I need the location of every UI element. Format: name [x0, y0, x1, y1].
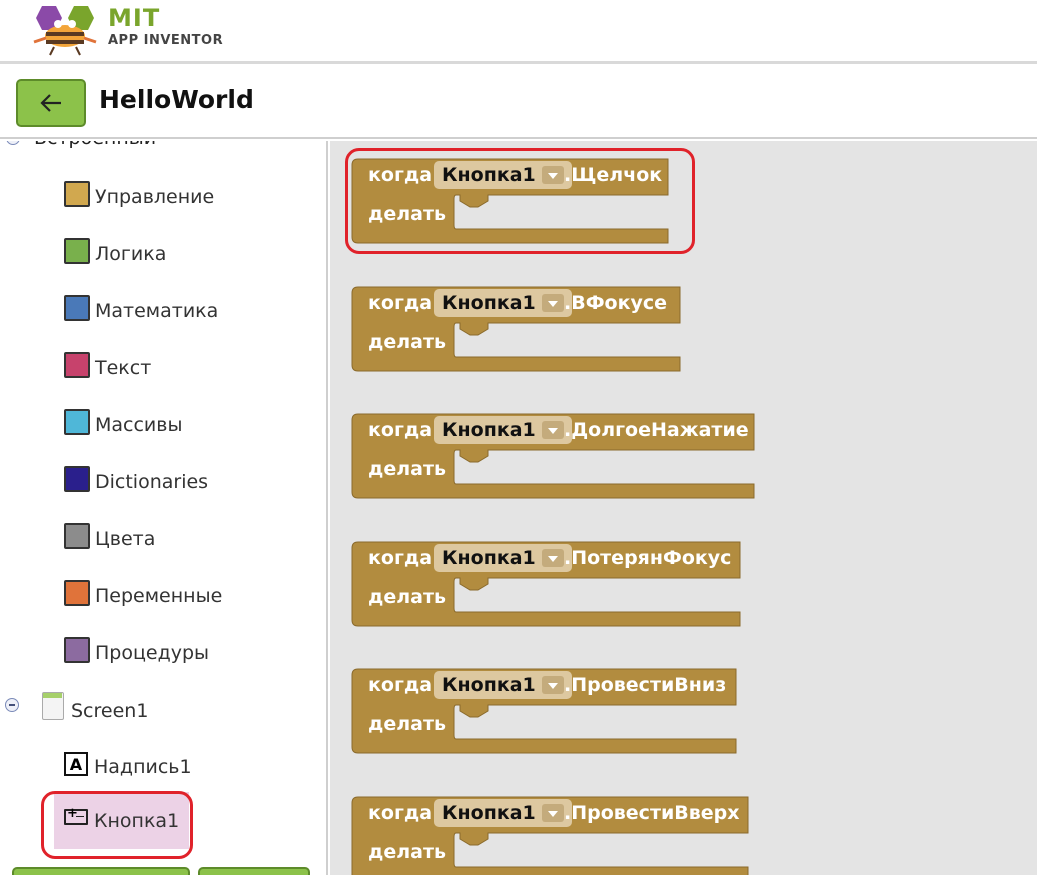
chevron-down-icon: [541, 421, 564, 439]
category-color-icon: [64, 181, 90, 207]
category-dictionaries[interactable]: Dictionaries: [64, 466, 209, 497]
category-label: Логика: [95, 243, 167, 265]
event-name: .ПровестиВверх: [564, 802, 740, 824]
do-keyword: делать: [368, 458, 446, 480]
category-label: Цвета: [95, 528, 156, 550]
category-color-icon: [64, 238, 90, 264]
chevron-down-icon: [541, 676, 564, 694]
chevron-down-icon: [541, 294, 564, 312]
category-color-icon: [64, 523, 90, 549]
built-in-label: Встроенный: [34, 141, 156, 149]
collapse-icon[interactable]: [6, 141, 20, 145]
component-label: Надпись1: [94, 756, 192, 778]
category-procedures[interactable]: Процедуры: [64, 637, 210, 668]
category-color-icon: [64, 295, 90, 321]
arrow-left-icon: [40, 94, 61, 112]
blocks-workspace[interactable]: когда Кнопка1 .Щелчок делать когда Кнопк…: [330, 141, 1037, 875]
component-dropdown[interactable]: Кнопка1: [434, 799, 572, 827]
event-block[interactable]: когда Кнопка1 .ПотерянФокус делать: [351, 538, 742, 628]
component-dropdown[interactable]: Кнопка1: [434, 544, 572, 572]
category-variables[interactable]: Переменные: [64, 580, 223, 611]
category-math[interactable]: Математика: [64, 295, 219, 326]
component-dropdown-value: Кнопка1: [442, 674, 536, 696]
bottom-button[interactable]: [198, 867, 310, 875]
event-block[interactable]: когда Кнопка1 .ДолгоеНажатие делать: [351, 410, 756, 500]
do-keyword: делать: [368, 713, 446, 735]
component-dropdown-value: Кнопка1: [442, 419, 536, 441]
category-label: Переменные: [95, 585, 223, 607]
event-name: .ПотерянФокус: [564, 547, 732, 569]
event-block[interactable]: когда Кнопка1 .ПровестиВниз делать: [351, 665, 738, 755]
event-name: .ДолгоеНажатие: [564, 419, 749, 441]
category-color-icon: [64, 466, 90, 492]
category-color-icon: [64, 637, 90, 663]
do-keyword: делать: [368, 841, 446, 863]
category-label: Dictionaries: [95, 471, 209, 493]
component-dropdown-value: Кнопка1: [442, 292, 536, 314]
when-keyword: когда: [368, 674, 433, 696]
when-keyword: когда: [368, 292, 433, 314]
category-color-icon: [64, 580, 90, 606]
component-dropdown[interactable]: Кнопка1: [434, 671, 572, 699]
category-color-icon: [64, 409, 90, 435]
category-colors[interactable]: Цвета: [64, 523, 156, 554]
when-keyword: когда: [368, 419, 433, 441]
label-icon: A: [64, 752, 88, 776]
event-name: .ВФокусе: [564, 292, 668, 314]
category-label: Текст: [95, 357, 152, 379]
when-keyword: когда: [368, 547, 433, 569]
chevron-down-icon: [541, 804, 564, 822]
back-button[interactable]: [16, 79, 86, 127]
brand-subtitle: APP INVENTOR: [108, 33, 224, 48]
component-dropdown[interactable]: Кнопка1: [434, 289, 572, 317]
project-title: HelloWorld: [99, 85, 254, 114]
category-lists[interactable]: Массивы: [64, 409, 183, 440]
component-dropdown-value: Кнопка1: [442, 547, 536, 569]
event-name: .ПровестиВниз: [564, 674, 727, 696]
app-header: MIT APP INVENTOR: [0, 0, 1037, 64]
component-dropdown-value: Кнопка1: [442, 802, 536, 824]
category-logic[interactable]: Логика: [64, 238, 167, 269]
category-label: Массивы: [95, 414, 183, 436]
category-label: Процедуры: [95, 642, 210, 664]
brand-name: MIT: [108, 4, 161, 32]
do-keyword: делать: [368, 331, 446, 353]
event-block[interactable]: когда Кнопка1 .ВФокусе делать: [351, 283, 682, 373]
blocks-sidebar: Встроенный Управление Логика Математика …: [0, 141, 328, 875]
category-label: Математика: [95, 300, 219, 322]
component-dropdown[interactable]: Кнопка1: [434, 416, 572, 444]
category-text[interactable]: Текст: [64, 352, 152, 383]
screen-icon: [42, 692, 64, 720]
component-label1[interactable]: A Надпись1: [64, 752, 192, 782]
collapse-icon[interactable]: [5, 698, 19, 712]
screen-label: Screen1: [71, 700, 149, 722]
category-color-icon: [64, 352, 90, 378]
when-keyword: когда: [368, 802, 433, 824]
category-control[interactable]: Управление: [64, 181, 215, 212]
project-bar: HelloWorld: [0, 67, 1037, 139]
bottom-button[interactable]: [12, 867, 190, 875]
category-label: Управление: [95, 186, 215, 208]
event-block[interactable]: когда Кнопка1 .ПровестиВверх делать: [351, 793, 750, 875]
do-keyword: делать: [368, 586, 446, 608]
highlight-outline: [345, 148, 695, 254]
chevron-down-icon: [541, 549, 564, 567]
highlight-outline: [41, 791, 193, 859]
app-inventor-logo-icon: [33, 6, 97, 56]
